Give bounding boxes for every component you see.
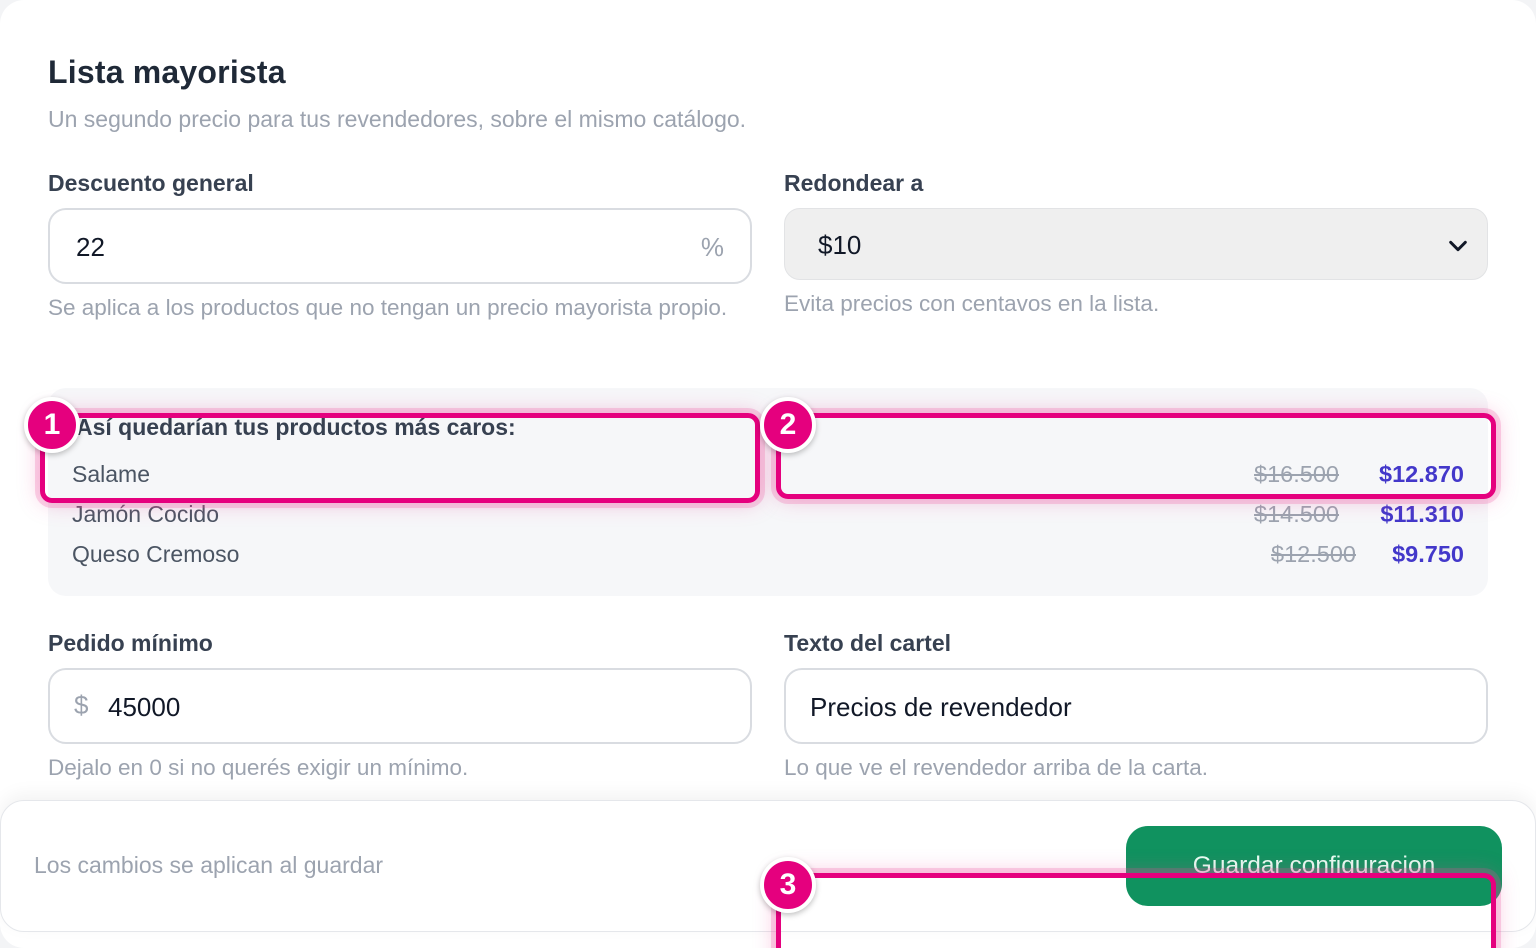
preview-row-old-price: $14.500	[1254, 501, 1339, 527]
rounding-select[interactable]: $10	[784, 208, 1488, 280]
save-button[interactable]: Guardar configuracion	[1126, 826, 1502, 906]
preview-row-old-price: $12.500	[1271, 541, 1356, 567]
discount-value: 22	[76, 232, 105, 262]
annotation-badge-3: 3	[760, 857, 816, 913]
discount-label: Descuento general	[48, 170, 254, 196]
banner-text-value: Precios de revendedor	[810, 692, 1072, 722]
min-order-input[interactable]: $ 45000	[48, 668, 752, 744]
currency-prefix: $	[74, 690, 89, 720]
discount-input[interactable]: 22 %	[48, 208, 752, 284]
annotation-badge-1: 1	[24, 397, 80, 453]
banner-text-input[interactable]: Precios de revendedor	[784, 668, 1488, 744]
banner-text-hint: Lo que ve el revendedor arriba de la car…	[784, 755, 1209, 780]
preview-row-name: Queso Cremoso	[72, 541, 240, 567]
rounding-label: Redondear a	[784, 170, 924, 196]
preview-row-new-price: $11.310	[1380, 501, 1464, 527]
min-order-value: 45000	[108, 692, 181, 722]
preview-title: Así quedarían tus productos más caros:	[76, 414, 516, 440]
preview-row-name: Jamón Cocido	[72, 501, 220, 527]
min-order-label: Pedido mínimo	[48, 630, 213, 656]
page-subtitle: Un segundo precio para tus revendedores,…	[48, 106, 747, 132]
preview-row-old-price: $16.500	[1254, 461, 1339, 487]
rounding-selected-value: $10	[818, 230, 862, 260]
preview-row-name: Salame	[72, 461, 150, 487]
banner-text-label: Texto del cartel	[784, 630, 952, 656]
discount-hint: Se aplica a los productos que no tengan …	[48, 295, 728, 320]
preview-row-new-price: $9.750	[1392, 541, 1464, 567]
min-order-hint: Dejalo en 0 si no querés exigir un mínim…	[48, 755, 469, 780]
chevron-down-icon	[1449, 240, 1467, 252]
annotation-badge-2: 2	[760, 397, 816, 453]
page-title: Lista mayorista	[48, 54, 286, 90]
percent-suffix: %	[700, 232, 724, 262]
preview-row-new-price: $12.870	[1379, 461, 1464, 487]
footer-note: Los cambios se aplican al guardar	[34, 852, 384, 878]
rounding-hint: Evita precios con centavos en la lista.	[784, 291, 1160, 316]
